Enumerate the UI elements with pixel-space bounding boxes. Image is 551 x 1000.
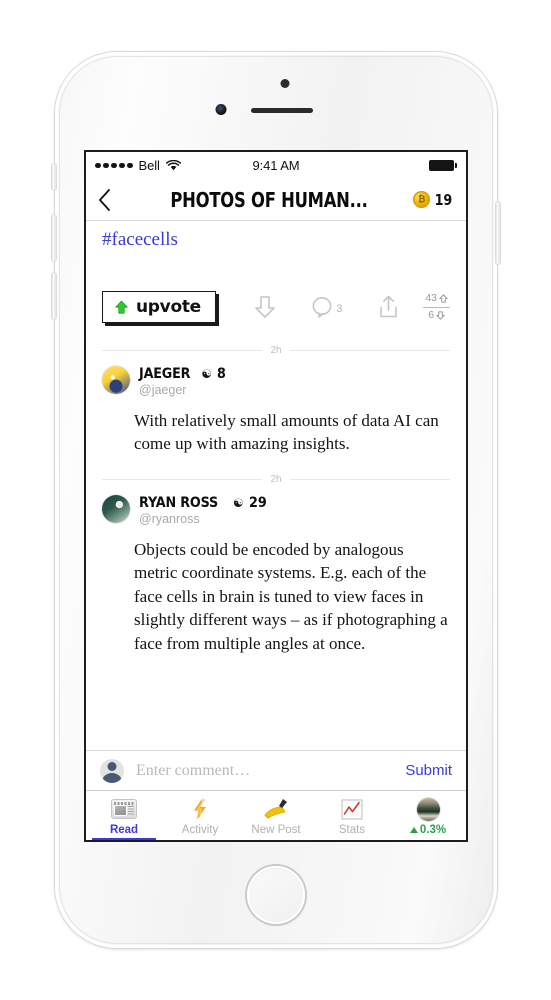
profile-change-value: 0.3% [419, 824, 447, 836]
volume-down-button[interactable] [52, 273, 56, 319]
time-label: 2h [270, 473, 282, 485]
vote-tally-up-count: 43 [425, 292, 437, 305]
comment-item: RYAN ROSS ☯ 29 @ryanross Objects could b… [102, 494, 450, 657]
reputation-badge-icon: ☯ [201, 367, 213, 381]
vote-tally-up: 43 [423, 292, 450, 308]
carrier-label: Bell [138, 158, 160, 173]
down-arrow-icon [436, 310, 445, 320]
tab-label: Stats [338, 824, 366, 836]
coin-icon: ₿ [413, 191, 431, 208]
comment-author-name[interactable]: RYAN ROSS [139, 495, 218, 511]
upvote-label: upvote [136, 297, 201, 317]
post-scroll-area[interactable]: #facecells upvote 3 43 6 2h JAEGER ☯ 8 @… [86, 221, 466, 750]
newspaper-icon [112, 797, 136, 821]
vote-tally: 43 6 [423, 292, 450, 321]
reputation-badge-icon: ☯ [232, 495, 244, 510]
line-chart-icon [341, 797, 363, 821]
front-camera-icon [215, 104, 227, 115]
profile-avatar-icon [416, 797, 440, 821]
comment-body: Objects could be encoded by analogous me… [134, 539, 448, 653]
lightning-bolt-icon [190, 797, 210, 821]
volume-up-button[interactable] [52, 215, 56, 261]
tab-activity[interactable]: Activity [162, 791, 238, 840]
comment-author-name[interactable]: JAEGER [139, 366, 190, 382]
coin-count: 19 [434, 190, 453, 209]
profile-change-stat: 0.3% [409, 824, 447, 836]
pencil-writing-icon [263, 797, 289, 821]
navigation-bar: PHOTOS OF HUMAN... ₿ 19 [86, 179, 466, 221]
home-button[interactable] [247, 866, 305, 924]
phone-screen: Bell 9:41 AM PHOTOS OF HUMAN... ₿ 19 #fa… [84, 150, 468, 842]
comment-count: 3 [336, 302, 343, 315]
vote-tally-down: 6 [426, 308, 447, 322]
submit-button[interactable]: Submit [397, 762, 452, 779]
triangle-up-icon [409, 827, 418, 833]
avatar[interactable] [102, 366, 130, 394]
comment-author-reputation: 8 [217, 366, 226, 382]
tab-label: Read [109, 824, 139, 836]
down-arrow-icon [255, 296, 275, 318]
comment-composer: Submit [86, 750, 466, 790]
up-arrow-icon [115, 300, 128, 314]
post-action-bar: upvote 3 43 6 [102, 291, 450, 329]
up-arrow-icon [439, 294, 448, 304]
upvote-button[interactable]: upvote [102, 291, 216, 323]
hashtag-link[interactable]: #facecells [102, 229, 178, 250]
comment-button[interactable]: 3 [312, 296, 342, 319]
comment-author-reputation: 29 [248, 494, 267, 511]
hashtag-row: #facecells [102, 221, 450, 253]
time-label: 2h [270, 345, 282, 356]
time-divider: 2h [102, 345, 450, 356]
tab-label: Activity [181, 824, 219, 836]
share-button[interactable] [378, 295, 399, 319]
comment-author-handle[interactable]: @jaeger [139, 383, 227, 397]
vote-tally-down-count: 6 [428, 308, 435, 321]
comment-item: JAEGER ☯ 8 @jaeger With relatively small… [102, 366, 450, 458]
tab-label: New Post [251, 824, 301, 836]
tab-profile[interactable]: 0.3% [390, 791, 466, 840]
comment-body: With relatively small amounts of data AI… [134, 411, 439, 454]
tab-new-post[interactable]: New Post [238, 791, 314, 840]
signal-strength-icon [95, 162, 133, 169]
tab-bar: Read Activity New Post Stats 0.3% [86, 790, 466, 840]
battery-full-icon [429, 160, 457, 171]
phone-device-frame: Bell 9:41 AM PHOTOS OF HUMAN... ₿ 19 #fa… [52, 52, 500, 948]
chevron-left-icon [99, 188, 110, 211]
power-button[interactable] [496, 202, 500, 264]
page-title: PHOTOS OF HUMAN... [170, 187, 368, 212]
share-icon [380, 295, 398, 318]
comment-input[interactable] [134, 760, 398, 781]
back-button[interactable] [98, 187, 124, 213]
wifi-icon [165, 160, 181, 171]
status-bar: Bell 9:41 AM [86, 152, 466, 179]
time-divider: 2h [102, 474, 450, 485]
downvote-button[interactable] [254, 295, 276, 319]
comment-bubble-icon [312, 296, 332, 318]
coin-balance-badge[interactable]: ₿ 19 [413, 191, 454, 209]
tab-stats[interactable]: Stats [314, 791, 390, 840]
comment-author-handle[interactable]: @ryanross [139, 512, 269, 526]
tab-read[interactable]: Read [86, 791, 162, 840]
user-avatar-icon [100, 758, 124, 783]
earpiece-speaker [251, 108, 313, 113]
proximity-sensor-icon [280, 79, 290, 88]
silent-switch[interactable] [52, 164, 56, 190]
avatar[interactable] [102, 494, 130, 523]
